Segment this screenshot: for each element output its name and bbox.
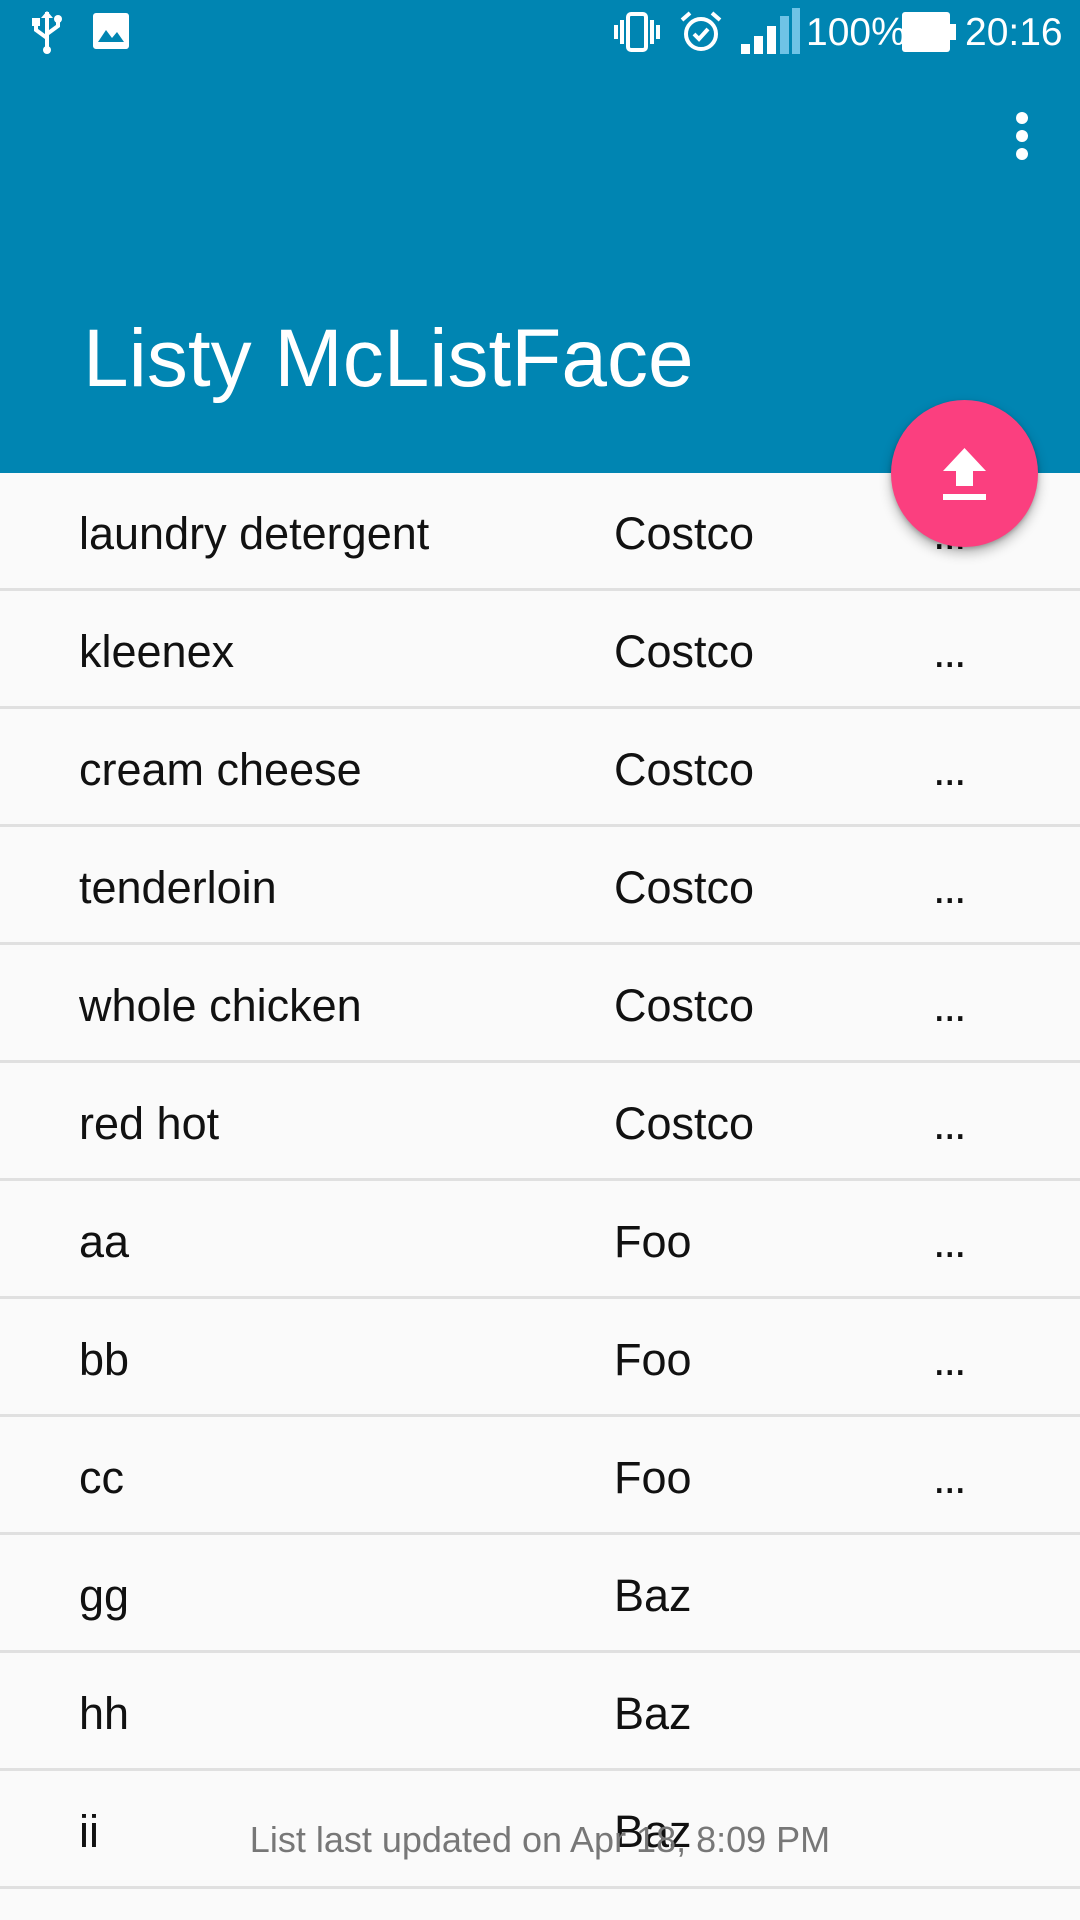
list-item[interactable]: tenderloin Costco ... (0, 827, 1080, 945)
upload-button[interactable] (891, 400, 1038, 547)
item-more[interactable]: ... (933, 1216, 966, 1268)
more-vert-icon[interactable] (998, 106, 1046, 166)
list-item[interactable]: red hot Costco ... (0, 1063, 1080, 1181)
list-item[interactable]: cream cheese Costco ... (0, 709, 1080, 827)
vibrate-icon (614, 10, 660, 59)
page-title: Listy McListFace (83, 313, 694, 404)
list-item[interactable]: cc Foo ... (0, 1417, 1080, 1535)
status-bar: 100% 20:16 (0, 0, 1080, 66)
list-item[interactable]: aa Foo ... (0, 1181, 1080, 1299)
item-more[interactable]: ... (933, 626, 966, 678)
alarm-icon (679, 10, 723, 59)
item-name: whole chicken (79, 980, 362, 1031)
item-name: bb (79, 1334, 130, 1385)
item-store: Foo (614, 1452, 692, 1503)
item-store: Costco (614, 862, 755, 913)
battery-percent: 100% (806, 11, 906, 54)
list-item[interactable]: kleenex Costco ... (0, 591, 1080, 709)
image-icon (92, 12, 130, 55)
clock: 20:16 (965, 11, 1063, 54)
item-store: Costco (614, 626, 755, 677)
item-more[interactable]: ... (933, 862, 966, 914)
shopping-list: laundry detergent Costco ... kleenex Cos… (0, 473, 1080, 1889)
app-bar: 100% 20:16 Listy McListFace (0, 0, 1080, 473)
item-store: Costco (614, 1098, 755, 1149)
list-item[interactable]: whole chicken Costco ... (0, 945, 1080, 1063)
item-store: Costco (614, 508, 755, 559)
item-name: laundry detergent (79, 508, 430, 559)
battery-icon (902, 12, 956, 57)
item-more[interactable]: ... (933, 1098, 966, 1150)
item-name: cc (79, 1452, 124, 1503)
item-more[interactable]: ... (933, 1334, 966, 1386)
item-name: aa (79, 1216, 130, 1267)
item-name: red hot (79, 1098, 220, 1149)
item-store: Costco (614, 744, 755, 795)
item-store: Foo (614, 1216, 692, 1267)
item-store: Costco (614, 980, 755, 1031)
list-item[interactable]: bb Foo ... (0, 1299, 1080, 1417)
item-name: cream cheese (79, 744, 362, 795)
item-store: Foo (614, 1334, 692, 1385)
last-updated-text: List last updated on Apr 18, 8:09 PM (249, 1819, 831, 1860)
item-store: Baz (614, 1570, 692, 1621)
usb-icon (30, 8, 64, 61)
item-name: tenderloin (79, 862, 277, 913)
item-more[interactable]: ... (933, 1452, 966, 1504)
item-name: gg (79, 1570, 130, 1621)
signal-icon (739, 8, 801, 61)
item-more[interactable]: ... (933, 744, 966, 796)
list-item[interactable]: hh Baz (0, 1653, 1080, 1771)
item-store: Baz (614, 1688, 692, 1739)
item-more[interactable]: ... (933, 980, 966, 1032)
list-item[interactable]: gg Baz (0, 1535, 1080, 1653)
item-name: kleenex (79, 626, 235, 677)
upload-icon (943, 448, 986, 500)
item-name: hh (79, 1688, 130, 1739)
